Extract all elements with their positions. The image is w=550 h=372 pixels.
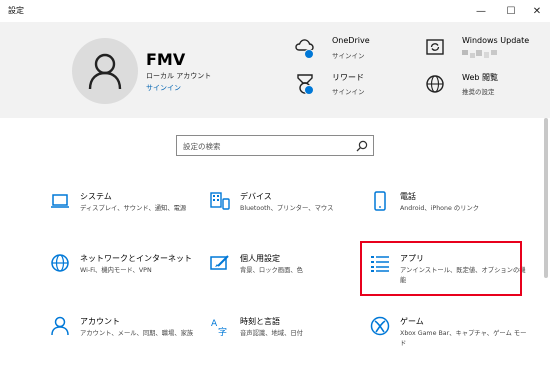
minimize-button[interactable]: —	[466, 0, 496, 22]
windows-update-icon	[426, 39, 444, 55]
globe-icon	[51, 254, 69, 272]
tile-title: アカウント	[80, 317, 120, 326]
phone-icon	[374, 191, 386, 211]
tile-title: デバイス	[240, 192, 272, 201]
tile-description: 音声認識、地域、日付	[240, 330, 303, 337]
web-browsing-subtitle: 推奨の設定	[462, 88, 495, 96]
tile-description: Xbox Game Bar、キャプチャ、ゲーム モード	[400, 330, 527, 347]
tile-description: Wi-Fi、機内モード、VPN	[80, 267, 152, 274]
laptop-icon	[51, 194, 69, 208]
tile-description: Bluetooth、プリンター、マウス	[240, 205, 334, 212]
account-type: ローカル アカウント	[146, 72, 212, 80]
tile-network[interactable]: ネットワークとインターネット Wi-Fi、機内モード、VPN	[50, 253, 200, 295]
tile-phone[interactable]: 電話 Android、iPhone のリンク	[370, 191, 520, 233]
tile-title: ゲーム	[400, 317, 424, 326]
xbox-icon	[370, 316, 390, 336]
tile-time-language[interactable]: A 字 時刻と言語 音声認識、地域、日付	[210, 316, 360, 358]
tile-title: システム	[80, 192, 112, 201]
tile-description: 背景、ロック画面、色	[240, 267, 303, 274]
tile-title: ネットワークとインターネット	[80, 254, 192, 263]
search-icon	[356, 140, 368, 152]
tile-personalization[interactable]: 個人用設定 背景、ロック画面、色	[210, 253, 360, 295]
windows-update-subtitle	[462, 50, 502, 62]
tile-gaming[interactable]: ゲーム Xbox Game Bar、キャプチャ、ゲーム モード	[370, 316, 526, 358]
rewards-item[interactable]: リワード サインイン	[294, 72, 404, 98]
blurred-status-icon	[462, 50, 497, 58]
search-input[interactable]: 設定の検索	[176, 135, 374, 156]
signin-link[interactable]: サインイン	[146, 83, 181, 93]
svg-text:A: A	[211, 319, 218, 329]
globe-icon	[426, 75, 444, 93]
onedrive-title: OneDrive	[332, 36, 370, 45]
rewards-title: リワード	[332, 73, 364, 82]
window-title: 設定	[8, 6, 24, 15]
tile-system[interactable]: システム ディスプレイ、サウンド、通知、電源	[50, 191, 200, 233]
personalization-icon	[210, 255, 229, 270]
windows-update-title: Windows Update	[462, 36, 530, 45]
rewards-subtitle: サインイン	[332, 88, 365, 96]
onedrive-subtitle: サインイン	[332, 52, 365, 60]
account-header: FMV ローカル アカウント サインイン OneDrive サインイン リワード…	[0, 22, 550, 118]
title-bar: 設定 — ☐ ✕	[0, 0, 550, 22]
web-browsing-title: Web 閲覧	[462, 73, 498, 82]
search-placeholder: 設定の検索	[183, 142, 221, 151]
tile-title: 時刻と言語	[240, 317, 280, 326]
svg-text:字: 字	[218, 326, 227, 336]
avatar	[72, 38, 138, 104]
web-browsing-item[interactable]: Web 閲覧 推奨の設定	[424, 72, 544, 98]
account-name: FMV	[146, 50, 186, 69]
tile-title: 電話	[400, 192, 416, 201]
keyboard-icon	[210, 192, 230, 210]
tile-devices[interactable]: デバイス Bluetooth、プリンター、マウス	[210, 191, 360, 233]
scrollbar[interactable]	[544, 118, 548, 278]
windows-update-item[interactable]: Windows Update	[424, 36, 544, 62]
tile-title: 個人用設定	[240, 254, 280, 263]
tile-description: アカウント、メール、同期、職場、家族	[80, 330, 194, 337]
person-icon	[51, 316, 69, 336]
onedrive-status-dot	[304, 49, 314, 59]
tile-accounts[interactable]: アカウント アカウント、メール、同期、職場、家族	[50, 316, 200, 358]
tile-description: ディスプレイ、サウンド、通知、電源	[80, 205, 187, 212]
onedrive-item[interactable]: OneDrive サインイン	[294, 36, 404, 62]
tile-description: Android、iPhone のリンク	[400, 205, 480, 212]
rewards-status-dot	[304, 85, 314, 95]
close-button[interactable]: ✕	[522, 0, 550, 22]
time-language-icon: A 字	[211, 319, 227, 336]
apps-highlight-frame	[360, 241, 522, 296]
user-silhouette-icon	[88, 53, 122, 90]
